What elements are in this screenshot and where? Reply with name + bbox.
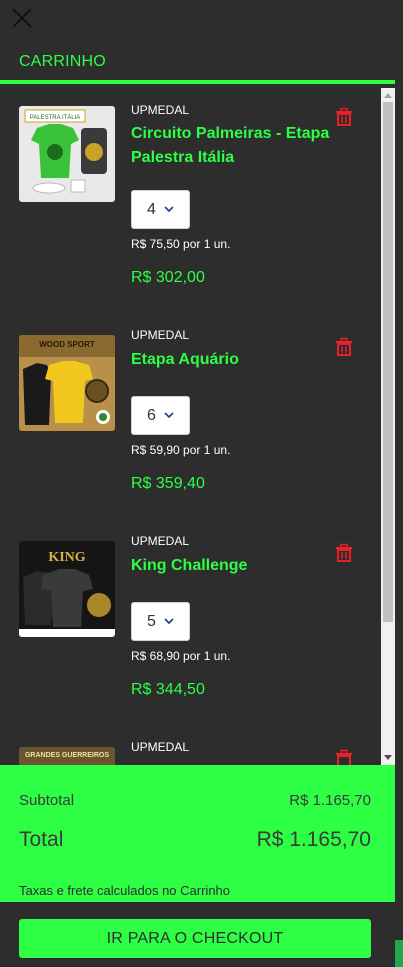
close-button[interactable] (10, 6, 34, 30)
quantity-select[interactable]: 5 (131, 602, 190, 641)
product-image: GRANDES GUERREIROS (19, 747, 115, 765)
line-total: R$ 359,40 (131, 475, 205, 492)
close-icon (12, 8, 32, 28)
trash-icon (336, 749, 352, 765)
trash-icon (336, 107, 352, 126)
product-image-text: PALESTRA ITÁLIA (30, 114, 81, 121)
product-image: KING (19, 541, 115, 637)
unit-price: R$ 75,50 por 1 un. (131, 237, 231, 251)
trash-icon (336, 543, 352, 562)
cart-header: CARRINHO (0, 42, 395, 84)
product-name[interactable]: King Challenge (131, 554, 331, 578)
product-brand: UPMEDAL (131, 103, 190, 117)
side-widget-tab[interactable] (395, 940, 403, 967)
remove-item-button[interactable] (334, 749, 354, 765)
cart-items-list[interactable]: PALESTRA ITÁLIA UPMEDAL Circuito Palmeir… (0, 88, 395, 765)
trash-icon (336, 337, 352, 356)
chevron-down-icon (164, 206, 174, 213)
quantity-select[interactable]: 6 (131, 396, 190, 435)
product-image: WOOD SPORT (19, 335, 115, 431)
remove-item-button[interactable] (334, 337, 354, 357)
cart-title: CARRINHO (19, 53, 106, 70)
remove-item-button[interactable] (334, 543, 354, 563)
scroll-down-arrow-icon[interactable] (384, 755, 392, 760)
cart-item: PALESTRA ITÁLIA UPMEDAL Circuito Palmeir… (0, 103, 380, 306)
total-value: R$ 1.165,70 (256, 828, 371, 851)
quantity-value: 6 (147, 406, 156, 424)
cart-item: KING UPMEDAL King Challenge 5 R$ 68,90 p… (0, 534, 380, 721)
product-brand: UPMEDAL (131, 328, 190, 342)
cart-item: WOOD SPORT UPMEDAL Etapa Aquário 6 R$ 59… (0, 328, 380, 515)
product-image-text: WOOD SPORT (39, 340, 95, 349)
cart-summary: Subtotal R$ 1.165,70 Total R$ 1.165,70 T… (0, 765, 395, 902)
unit-price: R$ 59,90 por 1 un. (131, 443, 231, 457)
checkout-button[interactable]: IR PARA O CHECKOUT (19, 919, 371, 958)
product-name[interactable]: Etapa Aquário (131, 348, 331, 372)
quantity-select[interactable]: 4 (131, 190, 190, 229)
product-image: PALESTRA ITÁLIA (19, 106, 115, 202)
scrollbar[interactable] (381, 88, 395, 765)
product-name[interactable]: Circuito Palmeiras - Etapa Palestra Itál… (131, 122, 331, 170)
subtotal-label: Subtotal (19, 792, 75, 809)
product-image-text: KING (48, 550, 85, 565)
chevron-down-icon (164, 412, 174, 419)
line-total: R$ 344,50 (131, 681, 205, 698)
taxes-note: Taxas e frete calculados no Carrinho (19, 883, 231, 898)
subtotal-value: R$ 1.165,70 (289, 792, 371, 809)
product-brand: UPMEDAL (131, 534, 190, 548)
quantity-value: 4 (147, 200, 156, 218)
cart-item: GRANDES GUERREIROS UPMEDAL (0, 740, 380, 765)
chevron-down-icon (164, 618, 174, 625)
scrollbar-thumb[interactable] (383, 102, 393, 622)
remove-item-button[interactable] (334, 107, 354, 127)
unit-price: R$ 68,90 por 1 un. (131, 649, 231, 663)
quantity-value: 5 (147, 612, 156, 630)
product-brand: UPMEDAL (131, 740, 190, 754)
product-image-text: GRANDES GUERREIROS (25, 752, 109, 759)
total-label: Total (19, 828, 64, 851)
line-total: R$ 302,00 (131, 269, 205, 286)
scroll-up-arrow-icon[interactable] (384, 93, 392, 98)
